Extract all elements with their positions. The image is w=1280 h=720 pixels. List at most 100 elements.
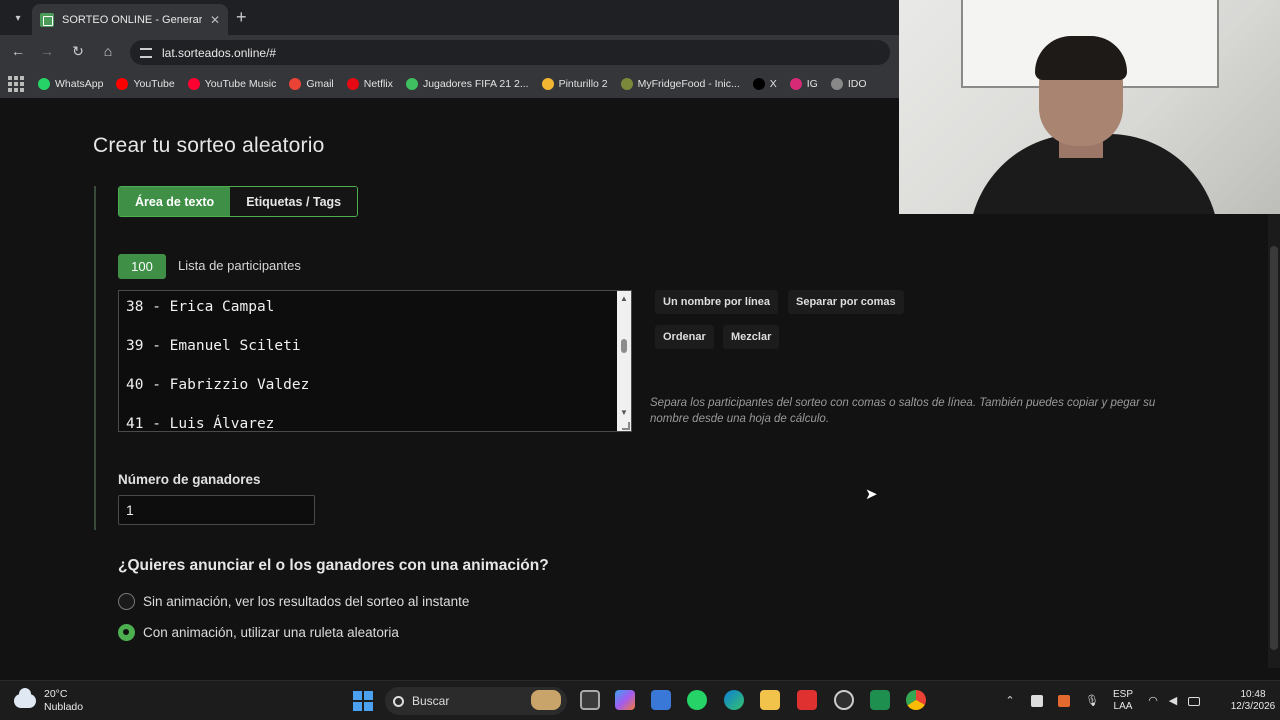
- bookmark-label: Netflix: [363, 78, 393, 90]
- microphone-icon[interactable]: 🎙: [1085, 695, 1099, 707]
- bookmark-label: MyFridgeFood - Inic...: [637, 78, 740, 90]
- page-scrollbar-thumb[interactable]: [1270, 246, 1278, 650]
- one-name-per-line-button[interactable]: Un nombre por línea: [655, 290, 778, 314]
- copilot-icon[interactable]: [615, 690, 635, 710]
- wifi-icon[interactable]: ◠: [1147, 695, 1159, 707]
- participant-line: 38 - Erica Campal: [126, 299, 275, 315]
- volume-icon[interactable]: ◀: [1167, 695, 1179, 707]
- input-language-indicator[interactable]: ESP LAA: [1112, 689, 1134, 713]
- cloud-weather-icon: [14, 688, 36, 708]
- whatsapp-taskbar-icon[interactable]: [687, 690, 707, 710]
- back-arrow-icon[interactable]: ←: [8, 43, 28, 59]
- bookmark-label: Pinturillo 2: [558, 78, 608, 90]
- windows-start-icon[interactable]: [353, 691, 373, 711]
- radio-button-selected[interactable]: [118, 624, 135, 641]
- scroll-down-arrow-icon[interactable]: ▼: [620, 408, 628, 417]
- mouse-cursor-icon: ➤: [865, 486, 878, 503]
- forward-arrow-icon[interactable]: →: [37, 43, 57, 59]
- settings-gear-icon[interactable]: [834, 690, 854, 710]
- radio-button[interactable]: [118, 593, 135, 610]
- language-code: ESP: [1112, 689, 1133, 700]
- participant-line: 41 - Luis Álvarez: [126, 416, 275, 432]
- search-highlight-icon[interactable]: [531, 690, 561, 710]
- scroll-up-arrow-icon[interactable]: ▲: [620, 294, 628, 303]
- tab-close-icon[interactable]: ✕: [210, 13, 220, 27]
- bookmark-label: YouTube Music: [204, 78, 277, 90]
- gmail-icon: [289, 78, 302, 90]
- tab-tags[interactable]: Etiquetas / Tags: [230, 187, 358, 216]
- edge-icon[interactable]: [724, 690, 744, 710]
- page-title: Crear tu sorteo aleatorio: [93, 134, 325, 157]
- youtube-icon: [116, 78, 129, 90]
- microsoft-store-icon[interactable]: [651, 690, 671, 710]
- radio-option-no-animation[interactable]: Sin animación, ver los resultados del so…: [118, 593, 469, 610]
- pycharm-icon[interactable]: [870, 690, 890, 710]
- netflix-icon: [346, 78, 359, 90]
- textarea-scroll-thumb[interactable]: [621, 339, 627, 353]
- participants-count-badge: 100: [118, 254, 166, 279]
- tab-search-chevron-icon[interactable]: ▾: [8, 8, 28, 28]
- bookmark-item[interactable]: YouTube Music: [187, 78, 277, 90]
- keyboard-layout-code: LAA: [1113, 701, 1133, 712]
- address-url[interactable]: lat.sorteados.online/#: [162, 46, 276, 60]
- tab-title: SORTEO ONLINE - Generar un sorteo: [62, 13, 202, 26]
- new-tab-plus-icon[interactable]: +: [236, 7, 247, 28]
- myfridgefood-icon: [620, 78, 633, 90]
- bookmark-item[interactable]: IDO: [830, 78, 867, 90]
- input-mode-tabs: Área de texto Etiquetas / Tags: [118, 186, 359, 217]
- reload-icon[interactable]: ↻: [68, 43, 88, 60]
- browser-tab-active[interactable]: SORTEO ONLINE - Generar un sorteo ✕: [32, 4, 228, 35]
- home-icon[interactable]: ⌂: [98, 43, 118, 59]
- clock[interactable]: 10:48 12/3/2026: [1228, 689, 1278, 713]
- bookmark-item[interactable]: WhatsApp: [38, 78, 103, 90]
- address-bar[interactable]: lat.sorteados.online/#: [130, 40, 890, 65]
- browser-toolbar: ← → ↻ ⌂ lat.sorteados.online/#: [0, 35, 900, 70]
- chrome-taskbar-icon[interactable]: [906, 690, 926, 710]
- search-icon: [393, 695, 404, 707]
- pinturillo-icon: [541, 78, 554, 90]
- separate-by-commas-button[interactable]: Separar por comas: [788, 290, 904, 314]
- winners-label: Número de ganadores: [118, 472, 261, 487]
- bookmark-item[interactable]: Netflix: [346, 78, 393, 90]
- site-info-icon[interactable]: [140, 47, 152, 58]
- textarea-resize-handle[interactable]: [622, 422, 630, 430]
- winners-count-input[interactable]: 1: [118, 495, 315, 525]
- sort-button[interactable]: Ordenar: [655, 325, 714, 349]
- bookmark-item[interactable]: Pinturillo 2: [541, 78, 608, 90]
- weather-temperature: 20°C: [44, 688, 68, 700]
- battery-icon[interactable]: [1188, 697, 1200, 706]
- bookmark-item[interactable]: Jugadores FIFA 21 2...: [405, 78, 529, 90]
- ido-icon: [830, 78, 843, 90]
- whatsapp-icon: [38, 78, 50, 90]
- bookmark-item[interactable]: X: [752, 78, 777, 90]
- screen: ▾ SORTEO ONLINE - Generar un sorteo ✕ + …: [0, 0, 1280, 720]
- textarea-scrollbar[interactable]: ▲ ▼: [617, 291, 631, 431]
- wps-office-icon[interactable]: [797, 690, 817, 710]
- shuffle-button[interactable]: Mezclar: [723, 325, 780, 349]
- animation-question: ¿Quieres anunciar el o los ganadores con…: [118, 557, 549, 574]
- bookmark-label: Gmail: [306, 78, 334, 90]
- task-view-icon[interactable]: [580, 690, 600, 710]
- bookmark-item[interactable]: YouTube: [116, 78, 175, 90]
- sorteados-favicon-icon: [40, 12, 54, 27]
- bookmark-item[interactable]: MyFridgeFood - Inic...: [620, 78, 740, 90]
- participants-textarea[interactable]: 38 - Erica Campal 39 - Emanuel Scileti 4…: [118, 290, 632, 432]
- tab-text-area[interactable]: Área de texto: [119, 187, 231, 216]
- tray-app-orange-icon[interactable]: [1058, 695, 1070, 707]
- tray-overflow-chevron-icon[interactable]: ⌃: [1004, 695, 1016, 707]
- taskbar-search-placeholder: Buscar: [412, 694, 450, 708]
- bookmark-item[interactable]: Gmail: [289, 78, 334, 90]
- fifa-icon: [405, 78, 418, 90]
- radio-option-roulette-animation[interactable]: Con animación, utilizar una ruleta aleat…: [118, 624, 399, 641]
- bookmarks-bar: WhatsApp YouTube YouTube Music Gmail Netflix…: [0, 70, 900, 98]
- tray-app-icon[interactable]: [1031, 695, 1043, 707]
- weather-widget[interactable]: 20°C Nublado: [14, 688, 83, 714]
- weather-condition: Nublado: [44, 701, 84, 713]
- instagram-icon: [789, 78, 802, 90]
- apps-grid-icon[interactable]: [8, 76, 24, 92]
- participants-helper-text: Separa los participantes del sorteo con …: [650, 397, 1156, 425]
- bookmark-item[interactable]: IG: [789, 78, 818, 90]
- bookmark-label: Jugadores FIFA 21 2...: [422, 78, 529, 90]
- file-explorer-icon[interactable]: [760, 690, 780, 710]
- clock-date: 12/3/2026: [1230, 701, 1276, 712]
